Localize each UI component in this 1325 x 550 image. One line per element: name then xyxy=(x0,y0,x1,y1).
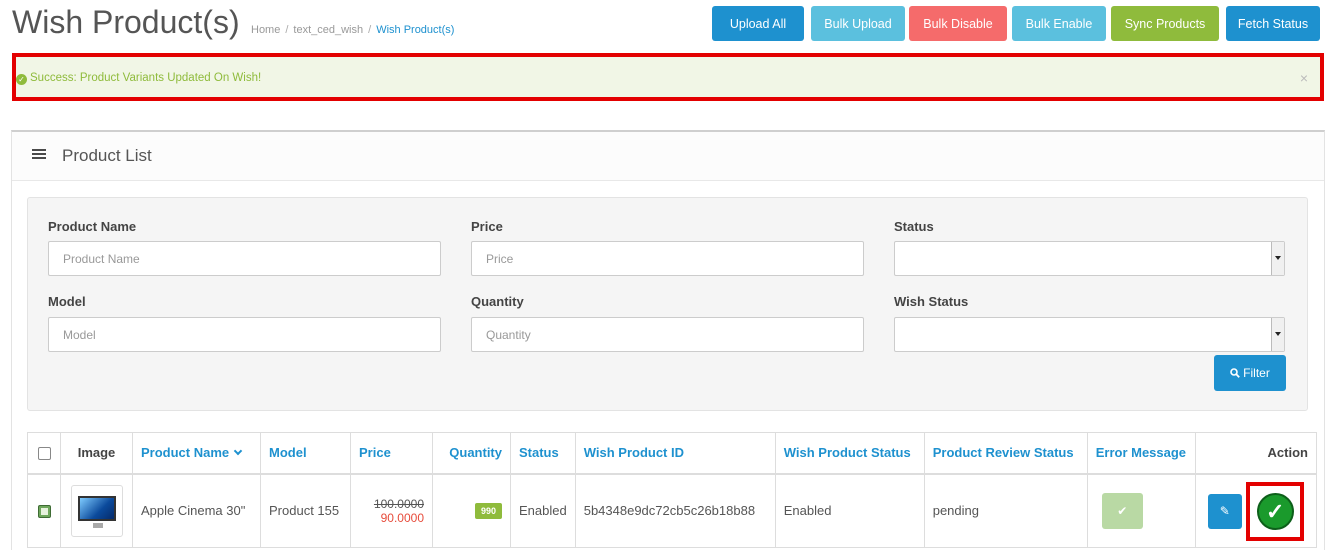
product-name-input[interactable] xyxy=(48,241,441,276)
check-circle-icon: ✓ xyxy=(16,74,27,85)
quantity-label: Quantity xyxy=(471,294,524,309)
column-product-name-label: Product Name xyxy=(141,445,230,461)
product-thumbnail xyxy=(70,484,123,537)
success-alert: ✓ Success: Product Variants Updated On Wi… xyxy=(12,53,1324,101)
row-product-name: Apple Cinema 30" xyxy=(132,473,261,548)
fetch-status-button[interactable]: Fetch Status xyxy=(1226,6,1320,41)
quantity-input[interactable] xyxy=(471,317,864,352)
breadcrumb-home[interactable]: Home xyxy=(251,24,280,36)
quantity-badge: 990 xyxy=(474,503,502,520)
column-error-message[interactable]: Error Message xyxy=(1086,432,1196,475)
column-wish-product-id[interactable]: Wish Product ID xyxy=(574,432,776,475)
row-price-special: 90.0000 xyxy=(380,510,424,525)
product-name-label: Product Name xyxy=(48,219,137,234)
column-model[interactable]: Model xyxy=(260,432,351,475)
wish-status-select[interactable] xyxy=(894,317,1285,352)
row-quantity-cell: 990 xyxy=(432,473,511,548)
list-icon xyxy=(32,149,46,160)
check-icon: ✔ xyxy=(1117,503,1128,518)
model-input[interactable] xyxy=(48,317,441,352)
sync-status-highlight: ✓ xyxy=(1245,481,1304,541)
error-message-button[interactable]: ✔ xyxy=(1101,492,1143,529)
status-select[interactable] xyxy=(894,241,1285,276)
bulk-disable-button[interactable]: Bulk Disable xyxy=(909,6,1007,41)
model-label: Model xyxy=(48,294,86,309)
panel-heading: Product List xyxy=(12,132,1324,181)
search-icon xyxy=(1230,368,1240,378)
edit-button[interactable]: ✎ xyxy=(1207,493,1242,529)
row-model: Product 155 xyxy=(260,473,351,548)
filter-button-label: Filter xyxy=(1243,366,1270,380)
select-all-checkbox[interactable] xyxy=(37,447,51,461)
check-circle-icon[interactable]: ✓ xyxy=(1256,492,1294,530)
column-product-name[interactable]: Product Name xyxy=(132,432,261,475)
bulk-enable-button[interactable]: Bulk Enable xyxy=(1012,6,1106,41)
breadcrumb-current[interactable]: Wish Product(s) xyxy=(376,24,454,36)
filter-button[interactable]: Filter xyxy=(1214,355,1286,391)
select-arrow-icon xyxy=(1271,318,1284,351)
table-row: Apple Cinema 30" Product 155 100.0000 90… xyxy=(27,473,1318,548)
chevron-down-icon xyxy=(233,447,243,456)
column-action: Action xyxy=(1194,432,1318,475)
pencil-icon: ✎ xyxy=(1219,504,1230,518)
breadcrumb-separator: / xyxy=(285,24,289,36)
bulk-upload-button[interactable]: Bulk Upload xyxy=(811,6,905,41)
product-list-panel: Product List Product Name Price Status M… xyxy=(11,130,1325,550)
upload-all-button[interactable]: Upload All xyxy=(712,6,804,41)
filter-panel: Product Name Price Status Model Quantity… xyxy=(27,197,1308,411)
column-wish-product-status[interactable]: Wish Product Status xyxy=(774,432,925,475)
column-image: Image xyxy=(60,432,133,475)
column-quantity[interactable]: Quantity xyxy=(432,432,511,475)
row-image-cell xyxy=(60,473,133,548)
select-arrow-icon xyxy=(1271,242,1284,275)
breadcrumb: Home / text_ced_wish / Wish Product(s) xyxy=(251,24,454,36)
column-product-review-status[interactable]: Product Review Status xyxy=(923,432,1088,475)
price-input[interactable] xyxy=(471,241,864,276)
status-label: Status xyxy=(894,219,934,234)
row-select-cell xyxy=(27,473,61,548)
row-wish-product-id: 5b4348e9dc72cb5c26b18b88 xyxy=(574,473,776,548)
breadcrumb-extension[interactable]: text_ced_wish xyxy=(293,24,363,36)
row-action-cell: ✎ ✓ xyxy=(1194,473,1318,548)
page-title: Wish Product(s) xyxy=(12,4,240,40)
table-header-row: Image Product Name Model Price Quantity … xyxy=(27,432,1318,475)
row-error-message-cell: ✔ xyxy=(1086,473,1196,548)
select-all-header xyxy=(27,432,61,475)
breadcrumb-separator: / xyxy=(368,24,372,36)
product-table: Image Product Name Model Price Quantity … xyxy=(27,432,1318,548)
row-price-cell: 100.0000 90.0000 xyxy=(350,473,433,548)
monitor-stand xyxy=(92,522,103,528)
close-icon[interactable]: × xyxy=(1300,70,1308,86)
row-product-review-status: pending xyxy=(923,473,1088,548)
row-wish-product-status: Enabled xyxy=(774,473,925,548)
wish-status-label: Wish Status xyxy=(894,294,969,309)
column-price[interactable]: Price xyxy=(350,432,433,475)
alert-message: Success: Product Variants Updated On Wis… xyxy=(30,72,262,84)
row-status: Enabled xyxy=(510,473,576,548)
price-label: Price xyxy=(471,219,503,234)
panel-title: Product List xyxy=(62,146,152,165)
row-price-old: 100.0000 xyxy=(373,496,424,511)
sync-products-button[interactable]: Sync Products xyxy=(1111,6,1219,41)
row-checkbox[interactable] xyxy=(37,505,51,519)
column-status[interactable]: Status xyxy=(510,432,576,475)
monitor-icon xyxy=(77,495,116,521)
alert-message-row: ✓ Success: Product Variants Updated On Wi… xyxy=(16,72,261,85)
